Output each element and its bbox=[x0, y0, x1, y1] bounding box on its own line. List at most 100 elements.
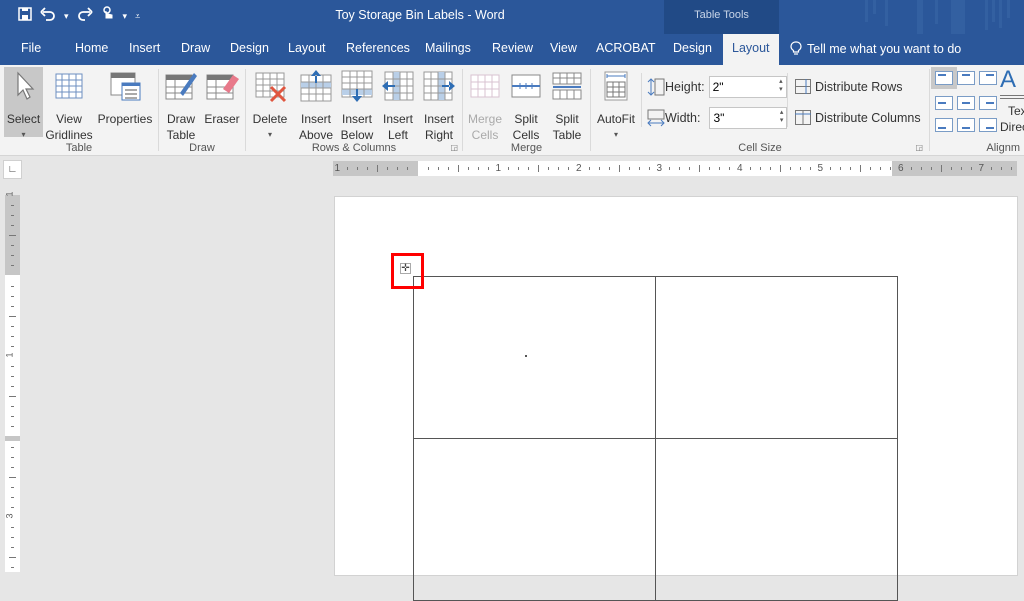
lightbulb-icon bbox=[790, 41, 802, 55]
ruler-tick bbox=[759, 167, 761, 170]
ruler-tick bbox=[860, 165, 862, 172]
select-button[interactable]: Select ▾ bbox=[4, 67, 43, 139]
ruler-tick bbox=[538, 165, 540, 172]
ruler-tick bbox=[779, 165, 781, 172]
tell-me-text: Tell me what you want to do bbox=[807, 41, 962, 56]
label-table[interactable] bbox=[413, 276, 898, 601]
rows-columns-dialog-launcher-icon[interactable]: ◲ bbox=[450, 143, 458, 152]
align-top-center-button[interactable] bbox=[957, 71, 975, 85]
width-input[interactable] bbox=[709, 107, 788, 129]
align-center-right-button[interactable] bbox=[979, 96, 997, 110]
row-boundary-marker[interactable] bbox=[5, 436, 20, 441]
delete-button[interactable]: Delete ▾ bbox=[248, 67, 292, 143]
tab-references[interactable]: References bbox=[346, 41, 410, 55]
eraser-icon bbox=[206, 74, 239, 100]
insert-above-button[interactable]: Insert Above bbox=[296, 67, 336, 143]
align-bottom-center-button[interactable] bbox=[957, 118, 975, 132]
align-top-left-button[interactable] bbox=[931, 67, 957, 89]
properties-button[interactable]: Properties bbox=[95, 67, 155, 127]
ruler-tick bbox=[357, 167, 359, 170]
table-row bbox=[413, 438, 898, 601]
ruler-tick bbox=[809, 167, 811, 170]
height-input[interactable] bbox=[708, 76, 787, 98]
ruler-number: 7 bbox=[978, 163, 985, 174]
tab-draw[interactable]: Draw bbox=[181, 41, 210, 55]
distribute-columns-button[interactable]: Distribute Columns bbox=[795, 110, 921, 125]
autofit-button[interactable]: AutoFit ▾ bbox=[593, 67, 639, 143]
ruler-tick bbox=[11, 376, 14, 378]
ruler-tick bbox=[347, 167, 349, 170]
align-bottom-right-button[interactable] bbox=[979, 118, 997, 132]
split-cells-button[interactable]: Split Cells bbox=[506, 67, 546, 143]
ruler-tick bbox=[11, 456, 14, 458]
tab-review[interactable]: Review bbox=[492, 41, 533, 55]
insert-right-button[interactable]: Insert Right bbox=[419, 67, 459, 143]
width-spinner: Width: ▴▾ bbox=[647, 107, 788, 129]
ruler-tick bbox=[387, 167, 389, 170]
view-gridlines-button[interactable]: View Gridlines bbox=[44, 67, 94, 143]
ruler-tick bbox=[9, 557, 16, 559]
tab-table-layout[interactable]: Layout bbox=[723, 34, 779, 65]
insert-right-icon bbox=[423, 71, 455, 101]
split-table-button[interactable]: Split Table bbox=[547, 67, 587, 143]
table-cell[interactable] bbox=[655, 438, 898, 601]
table-cell[interactable] bbox=[413, 276, 656, 439]
ruler-tick bbox=[628, 167, 630, 170]
ribbon-tabs: File Home Insert Draw Design Layout Refe… bbox=[0, 34, 1024, 65]
tab-acrobat[interactable]: ACROBAT bbox=[596, 41, 656, 55]
group-label-table: Table bbox=[65, 142, 93, 154]
ruler-tick bbox=[11, 265, 14, 267]
ruler-number: 2 bbox=[576, 163, 582, 174]
row-height-icon bbox=[647, 78, 665, 96]
delete-table-icon bbox=[255, 72, 287, 103]
height-spin-arrows[interactable]: ▴ ▾ bbox=[779, 78, 783, 94]
ruler-tick bbox=[799, 167, 801, 170]
tab-layout[interactable]: Layout bbox=[288, 41, 326, 55]
text-direction-button[interactable]: A Tex Direc bbox=[1000, 67, 1024, 135]
vertical-ruler[interactable]: 1 1 3 bbox=[5, 191, 20, 572]
eraser-button[interactable]: Eraser bbox=[202, 67, 242, 127]
tab-selector-button[interactable]: ∟ bbox=[3, 160, 22, 179]
tab-view[interactable]: View bbox=[550, 41, 577, 55]
ruler-tick bbox=[11, 366, 14, 368]
insert-below-button[interactable]: Insert Below bbox=[337, 67, 377, 143]
ruler-tick bbox=[940, 165, 942, 172]
ruler-tick bbox=[11, 496, 14, 498]
draw-table-icon bbox=[165, 73, 197, 100]
cell-size-dialog-launcher-icon[interactable]: ◲ bbox=[915, 143, 923, 152]
tab-table-design[interactable]: Design bbox=[673, 41, 712, 55]
table-cell[interactable] bbox=[413, 438, 656, 601]
align-bottom-left-button[interactable] bbox=[935, 118, 953, 132]
tab-mailings[interactable]: Mailings bbox=[425, 41, 471, 55]
insert-left-button[interactable]: Insert Left bbox=[378, 67, 418, 143]
ruler-tick bbox=[9, 396, 16, 398]
insert-above-icon bbox=[300, 70, 332, 102]
title-bar: ▾ ▾ ⩡ Toy Storage Bin Labels - Word bbox=[0, 0, 1024, 34]
ruler-tick bbox=[709, 167, 711, 170]
draw-table-button[interactable]: Draw Table bbox=[162, 67, 200, 143]
tab-home[interactable]: Home bbox=[75, 41, 108, 55]
tab-design[interactable]: Design bbox=[230, 41, 269, 55]
ruler-tick bbox=[11, 547, 14, 549]
align-center-button[interactable] bbox=[957, 96, 975, 110]
table-cell[interactable] bbox=[655, 276, 898, 439]
align-center-left-button[interactable] bbox=[935, 96, 953, 110]
ruler-tick bbox=[447, 167, 449, 170]
width-spin-arrows[interactable]: ▴ ▾ bbox=[780, 109, 784, 125]
ruler-tick bbox=[789, 167, 791, 170]
ruler-tick bbox=[558, 167, 560, 170]
align-top-right-button[interactable] bbox=[979, 71, 997, 85]
ruler-tick bbox=[830, 167, 832, 170]
ruler-tick bbox=[950, 167, 952, 170]
ruler-tick bbox=[11, 486, 14, 488]
group-label-draw: Draw bbox=[189, 142, 215, 154]
ruler-tick bbox=[910, 167, 912, 170]
merge-cells-button[interactable]: Merge Cells bbox=[465, 67, 505, 143]
tab-file[interactable]: File bbox=[21, 41, 41, 55]
tab-insert[interactable]: Insert bbox=[129, 41, 160, 55]
group-alignment: A Tex Direc Alignm bbox=[930, 65, 1024, 156]
ruler-tick bbox=[11, 386, 14, 388]
distribute-rows-button[interactable]: Distribute Rows bbox=[795, 79, 903, 94]
horizontal-ruler[interactable]: 1 1 2 3 4 5 6 7 bbox=[333, 161, 1017, 176]
tell-me-box[interactable]: Tell me what you want to do bbox=[790, 41, 961, 56]
